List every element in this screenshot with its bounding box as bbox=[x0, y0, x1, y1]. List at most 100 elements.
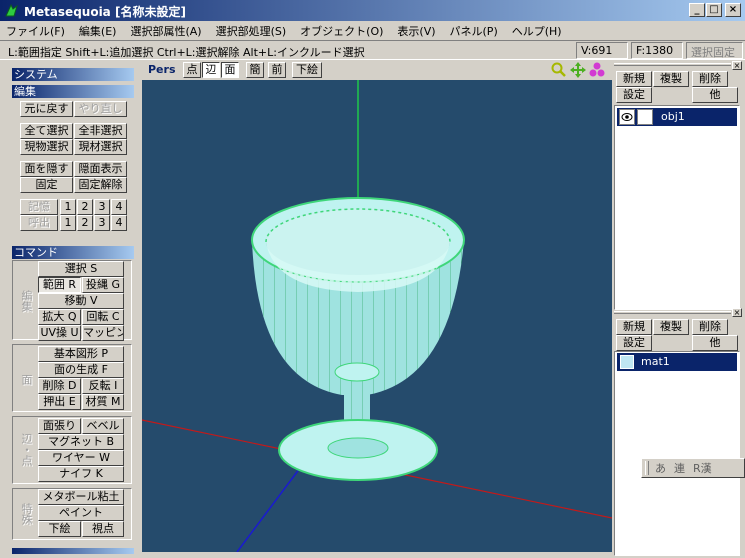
edit-header[interactable]: 編集 bbox=[12, 85, 134, 98]
deselect-all-button[interactable]: 全非選択 bbox=[74, 123, 127, 139]
memory-slot-2[interactable]: 2 bbox=[77, 199, 93, 215]
face-count: F:1380 bbox=[631, 42, 683, 59]
move-tool[interactable]: 移動 V bbox=[38, 293, 124, 309]
lock-icon[interactable] bbox=[637, 109, 653, 125]
range-tool[interactable]: 範囲 R bbox=[38, 277, 81, 293]
next-section-header[interactable] bbox=[12, 548, 134, 554]
command-header[interactable]: コマンド bbox=[12, 246, 134, 259]
hide-face-button[interactable]: 面を隠す bbox=[20, 161, 73, 177]
extrude-tool[interactable]: 押出 E bbox=[38, 394, 81, 410]
face-gen-tool[interactable]: 面の生成 F bbox=[38, 362, 124, 378]
bevel-tool[interactable]: ベベル bbox=[82, 418, 124, 434]
material-panel-close[interactable]: × bbox=[732, 308, 742, 317]
stretch-face-tool[interactable]: 面張り bbox=[38, 418, 81, 434]
select-all-button[interactable]: 全て選択 bbox=[20, 123, 73, 139]
simple-toggle[interactable]: 簡 bbox=[246, 62, 264, 78]
status-bar: L:範囲指定 Shift+L:追加選択 Ctrl+L:選択解除 Alt+L:イン… bbox=[0, 40, 745, 60]
rotate-tool[interactable]: 回転 C bbox=[82, 309, 124, 325]
select-tool[interactable]: 選択 S bbox=[38, 261, 124, 277]
recall-slot-2[interactable]: 2 bbox=[77, 215, 93, 231]
menu-bar: ファイル(F) 編集(E) 選択部属性(A) 選択部処理(S) オブジェクト(O… bbox=[0, 21, 745, 40]
object-settings-button[interactable]: 設定 bbox=[616, 87, 652, 103]
viewpoint-tool[interactable]: 視点 bbox=[82, 521, 124, 537]
menu-selection-attr[interactable]: 選択部属性(A) bbox=[130, 23, 201, 39]
object-panel-grip[interactable] bbox=[614, 63, 731, 66]
material-duplicate-button[interactable]: 複製 bbox=[653, 319, 689, 335]
title-bar: Metasequoia [名称未設定] _ □ × bbox=[0, 0, 745, 21]
minimize-button[interactable]: _ bbox=[689, 3, 705, 17]
recall-button[interactable]: 呼出 bbox=[20, 215, 58, 231]
menu-help[interactable]: ヘルプ(H) bbox=[512, 23, 562, 39]
maximize-button[interactable]: □ bbox=[706, 3, 722, 17]
projection-mode[interactable]: Pers bbox=[148, 63, 176, 76]
primitive-tool[interactable]: 基本図形 P bbox=[38, 346, 124, 362]
magnet-tool[interactable]: マグネット B bbox=[38, 434, 124, 450]
edge-toggle[interactable]: 辺 bbox=[202, 62, 220, 78]
lasso-tool[interactable]: 投縄 G bbox=[82, 277, 124, 293]
sketch-toggle[interactable]: 下絵 bbox=[292, 62, 322, 78]
material-delete-button[interactable]: 削除 bbox=[692, 319, 728, 335]
paint-tool[interactable]: ペイント bbox=[38, 505, 124, 521]
face-toggle[interactable]: 面 bbox=[221, 62, 239, 78]
object-delete-button[interactable]: 削除 bbox=[692, 71, 728, 87]
select-material-button[interactable]: 現材選択 bbox=[74, 139, 127, 155]
wire-tool[interactable]: ワイヤー W bbox=[38, 450, 124, 466]
sketch-tool[interactable]: 下絵 bbox=[38, 521, 81, 537]
object-other-button[interactable]: 他 bbox=[692, 87, 738, 103]
object-duplicate-button[interactable]: 複製 bbox=[653, 71, 689, 87]
material-color-swatch[interactable] bbox=[620, 355, 634, 369]
flip-tool[interactable]: 反転 I bbox=[82, 378, 124, 394]
redo-button[interactable]: やり直し bbox=[74, 101, 127, 117]
menu-edit[interactable]: 編集(E) bbox=[79, 23, 117, 39]
system-header[interactable]: システム bbox=[12, 68, 134, 81]
front-toggle[interactable]: 前 bbox=[268, 62, 286, 78]
knife-tool[interactable]: ナイフ K bbox=[38, 466, 124, 482]
menu-object[interactable]: オブジェクト(O) bbox=[300, 23, 383, 39]
recall-slot-3[interactable]: 3 bbox=[94, 215, 110, 231]
undo-button[interactable]: 元に戻す bbox=[20, 101, 73, 117]
material-list[interactable]: mat1 bbox=[614, 351, 740, 556]
ime-kanji[interactable]: R漢 bbox=[693, 460, 712, 476]
mapping-tool[interactable]: マッピング bbox=[82, 325, 124, 341]
zoom-icon[interactable] bbox=[551, 62, 567, 78]
selection-lock[interactable]: 選択固定 bbox=[686, 42, 743, 59]
show-hidden-button[interactable]: 隠面表示 bbox=[74, 161, 127, 177]
ime-grip[interactable] bbox=[645, 461, 649, 475]
list-item[interactable]: mat1 bbox=[617, 353, 737, 371]
uv-tool[interactable]: UV操 U bbox=[38, 325, 81, 341]
pan-icon[interactable] bbox=[570, 62, 586, 78]
eye-icon[interactable] bbox=[619, 109, 635, 125]
material-panel-grip[interactable] bbox=[614, 311, 731, 314]
object-new-button[interactable]: 新規 bbox=[616, 71, 652, 87]
menu-panel[interactable]: パネル(P) bbox=[450, 23, 498, 39]
recall-slot-1[interactable]: 1 bbox=[60, 215, 76, 231]
edit-group-label: 編集 bbox=[20, 290, 33, 312]
list-item[interactable]: obj1 bbox=[617, 108, 737, 126]
delete-tool[interactable]: 削除 D bbox=[38, 378, 81, 394]
material-other-button[interactable]: 他 bbox=[692, 335, 738, 351]
select-object-button[interactable]: 現物選択 bbox=[20, 139, 73, 155]
unfix-button[interactable]: 固定解除 bbox=[74, 177, 127, 193]
vertex-toggle[interactable]: 点 bbox=[183, 62, 201, 78]
menu-file[interactable]: ファイル(F) bbox=[6, 23, 65, 39]
memory-slot-1[interactable]: 1 bbox=[60, 199, 76, 215]
material-new-button[interactable]: 新規 bbox=[616, 319, 652, 335]
rotate-view-icon[interactable] bbox=[589, 62, 605, 78]
close-button[interactable]: × bbox=[725, 3, 741, 17]
object-list[interactable]: obj1 bbox=[614, 105, 740, 310]
fix-button[interactable]: 固定 bbox=[20, 177, 73, 193]
metaball-tool[interactable]: メタボール粘土 bbox=[38, 489, 124, 505]
material-tool[interactable]: 材質 M bbox=[82, 394, 124, 410]
material-settings-button[interactable]: 設定 bbox=[616, 335, 652, 351]
recall-slot-4[interactable]: 4 bbox=[111, 215, 127, 231]
menu-view[interactable]: 表示(V) bbox=[397, 23, 435, 39]
ime-conversion[interactable]: 連 bbox=[674, 460, 685, 476]
memory-button[interactable]: 記憶 bbox=[20, 199, 58, 215]
ime-hiragana[interactable]: あ bbox=[655, 460, 666, 476]
memory-slot-4[interactable]: 4 bbox=[111, 199, 127, 215]
object-panel-close[interactable]: × bbox=[732, 61, 742, 70]
scale-tool[interactable]: 拡大 Q bbox=[38, 309, 81, 325]
menu-selection-process[interactable]: 選択部処理(S) bbox=[216, 23, 287, 39]
memory-slot-3[interactable]: 3 bbox=[94, 199, 110, 215]
3d-viewport[interactable]: Pers 点 辺 面 簡 前 下絵 bbox=[142, 60, 612, 552]
